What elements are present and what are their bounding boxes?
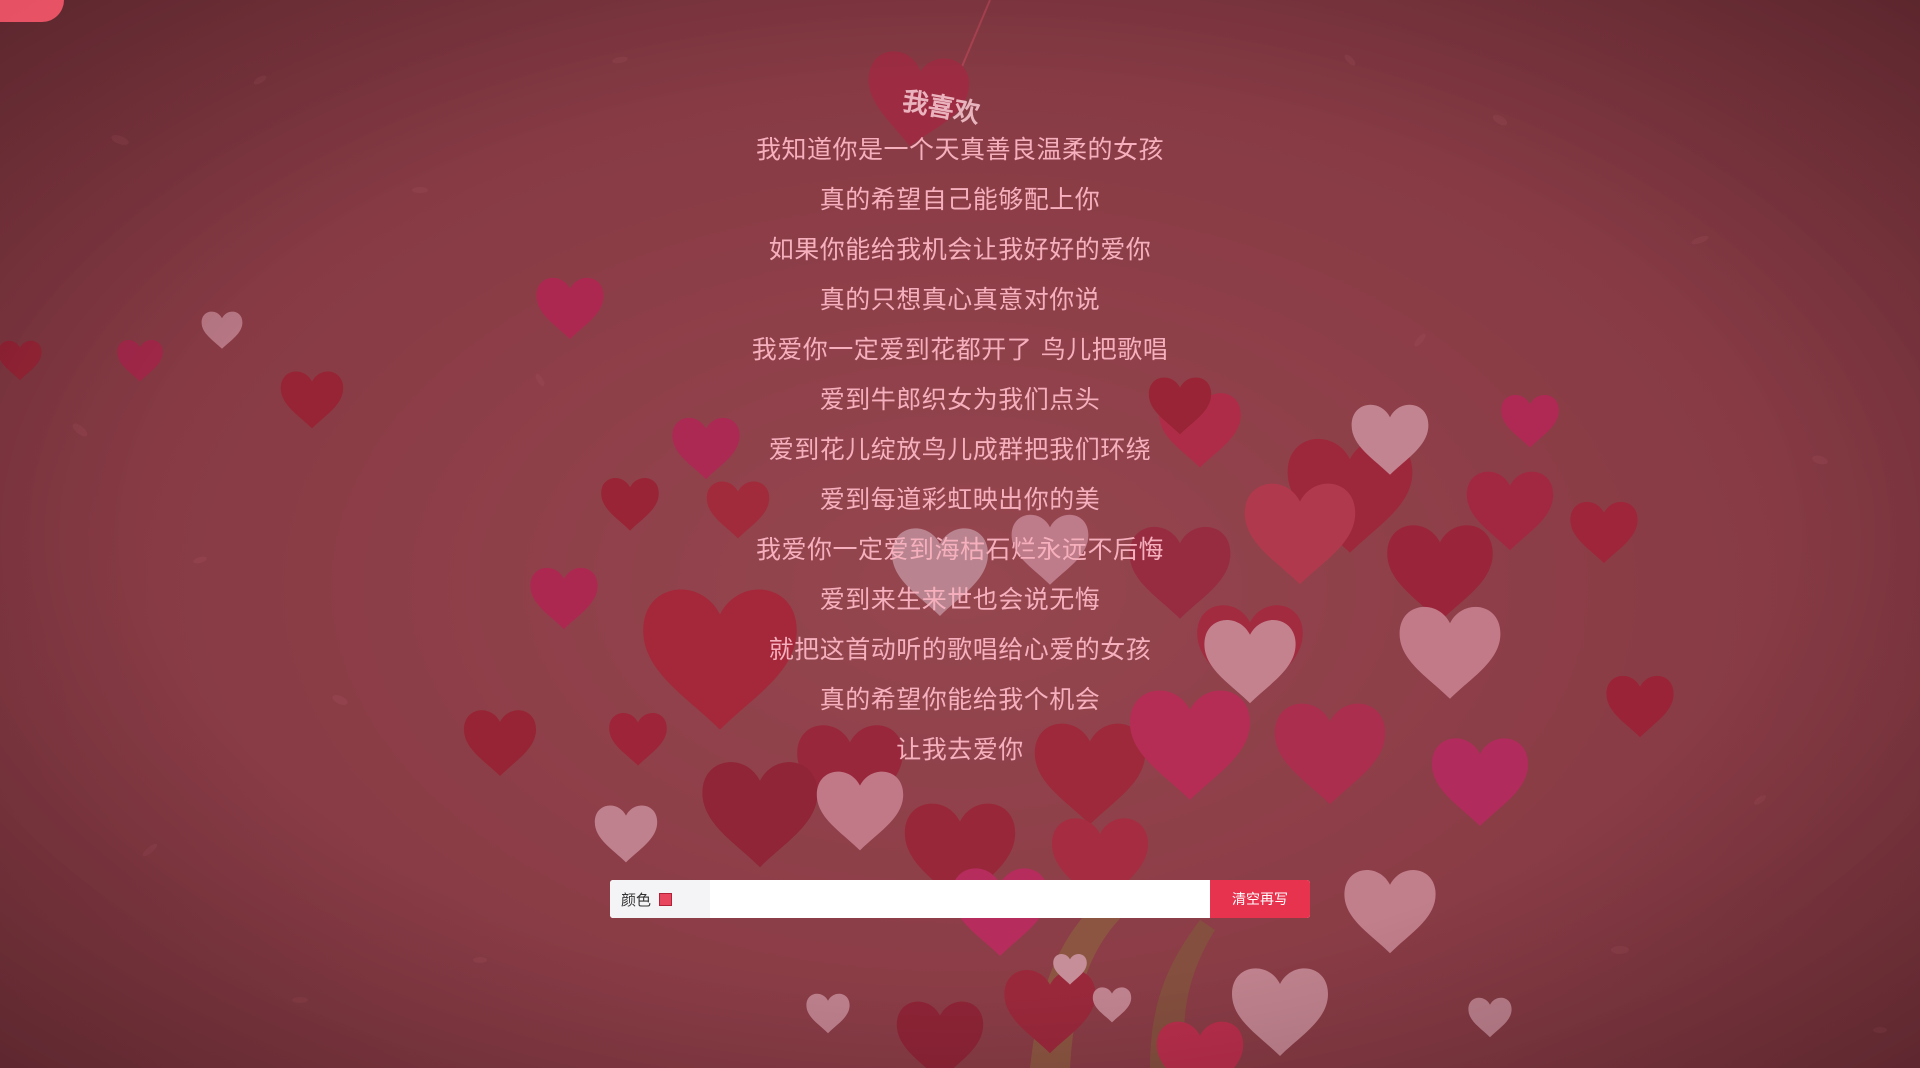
color-swatch[interactable] [659,892,673,906]
lyric-line: 爱到来生来世也会说无悔 [819,585,1101,614]
lyric-line: 爱到每道彩虹映出你的美 [819,485,1101,514]
lyric-line: 我爱你一定爱到花都开了 鸟儿把歌唱 [751,335,1169,364]
page-background: 我喜欢 我知道你是一个天真善良温柔的女孩 真的希望自己能够配上你 如果你能给我机… [0,0,1920,1068]
lyric-line: 让我去爱你 [896,735,1024,764]
lyric-line: 真的希望你能给我个机会 [819,685,1101,714]
lyric-line: 真的只想真心真意对你说 [819,285,1101,314]
lyric-line: 爱到花儿绽放鸟儿成群把我们环绕 [768,435,1152,464]
lyric-line: 就把这首动听的歌唱给心爱的女孩 [768,635,1152,664]
lyric-line: 真的希望自己能够配上你 [819,185,1101,214]
color-label: 颜色 [621,890,652,909]
lyric-line: 我爱你一定爱到海枯石烂永远不后悔 [755,535,1164,564]
clear-rewrite-button[interactable]: 清空再写 [1210,880,1310,918]
message-input-bar: 颜色 清空再写 [610,880,1310,918]
color-picker[interactable]: 颜色 [610,880,710,918]
lyric-line: 爱到牛郎织女为我们点头 [819,385,1101,414]
message-input[interactable] [710,880,1210,918]
lyric-line: 我知道你是一个天真善良温柔的女孩 [755,135,1164,164]
lyric-line: 如果你能给我机会让我好好的爱你 [768,235,1152,264]
lyrics-block: 我知道你是一个天真善良温柔的女孩 真的希望自己能够配上你 如果你能给我机会让我好… [560,125,1360,775]
